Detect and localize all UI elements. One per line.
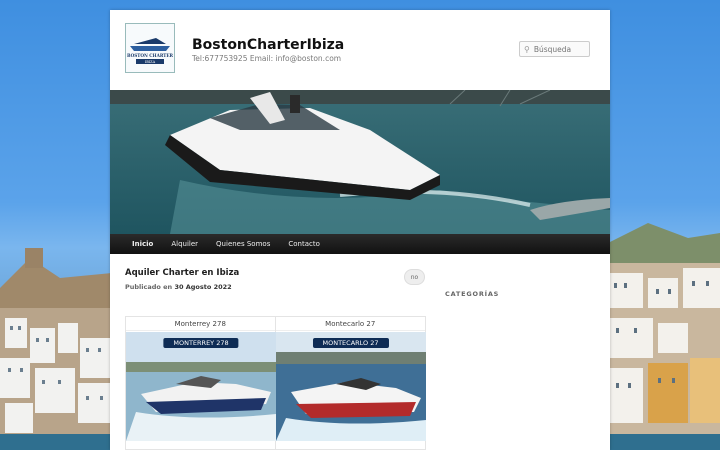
- hero-banner-image: [110, 90, 610, 234]
- nav-item-inicio[interactable]: Inicio: [132, 234, 153, 254]
- boat-image[interactable]: MONTECARLO 27: [275, 332, 426, 441]
- boat-image[interactable]: MONTERREY 278: [126, 332, 276, 441]
- search-box[interactable]: ⚲: [519, 41, 590, 57]
- logo-text-bottom: IBIZA: [145, 60, 156, 64]
- logo-text-top: BOSTON CHARTER: [127, 53, 174, 58]
- post-date[interactable]: 30 Agosto 2022: [174, 283, 231, 291]
- page-container: BOSTON CHARTER IBIZA BostonCharterIbiza …: [110, 10, 610, 450]
- background-town-left: [0, 248, 112, 438]
- site-header: BOSTON CHARTER IBIZA BostonCharterIbiza …: [110, 10, 610, 90]
- search-input[interactable]: [533, 44, 586, 54]
- post-meta: Publicado en 30 Agosto 2022: [125, 283, 232, 291]
- comments-bubble[interactable]: no: [404, 269, 425, 285]
- boat-name: Monterrey 278: [126, 317, 275, 331]
- search-icon: ⚲: [524, 44, 530, 54]
- site-logo[interactable]: BOSTON CHARTER IBIZA: [125, 23, 175, 73]
- background-town-right: [608, 223, 720, 438]
- post-meta-prefix: Publicado en: [125, 283, 173, 291]
- sidebar-categories-heading: CATEGORÍAS: [445, 290, 500, 298]
- nav-item-contacto[interactable]: Contacto: [288, 234, 320, 254]
- site-title[interactable]: BostonCharterIbiza: [192, 37, 344, 53]
- post-title[interactable]: Aquiler Charter en Ibiza: [125, 268, 239, 278]
- boat-card-monterrey[interactable]: Monterrey 278 MONTERREY 278: [126, 317, 276, 450]
- boat-gallery: Monterrey 278 MONTERREY 278 Montecarlo 2…: [125, 316, 426, 450]
- boat-tag: MONTECARLO 27: [312, 338, 389, 348]
- boat-tag: MONTERREY 278: [163, 338, 239, 348]
- main-navigation: Inicio Alquiler Quienes Somos Contacto: [110, 234, 610, 254]
- nav-item-quienes-somos[interactable]: Quienes Somos: [216, 234, 270, 254]
- boat-logo-icon: BOSTON CHARTER IBIZA: [127, 38, 174, 64]
- main-content: Aquiler Charter en Ibiza Publicado en 30…: [110, 254, 610, 450]
- site-description: Tel:677753925 Email: info@boston.com: [192, 54, 342, 63]
- boat-name: Montecarlo 27: [275, 317, 425, 331]
- nav-item-alquiler[interactable]: Alquiler: [171, 234, 198, 254]
- boat-card-montecarlo[interactable]: Montecarlo 27 MONTECARLO 27: [275, 317, 426, 450]
